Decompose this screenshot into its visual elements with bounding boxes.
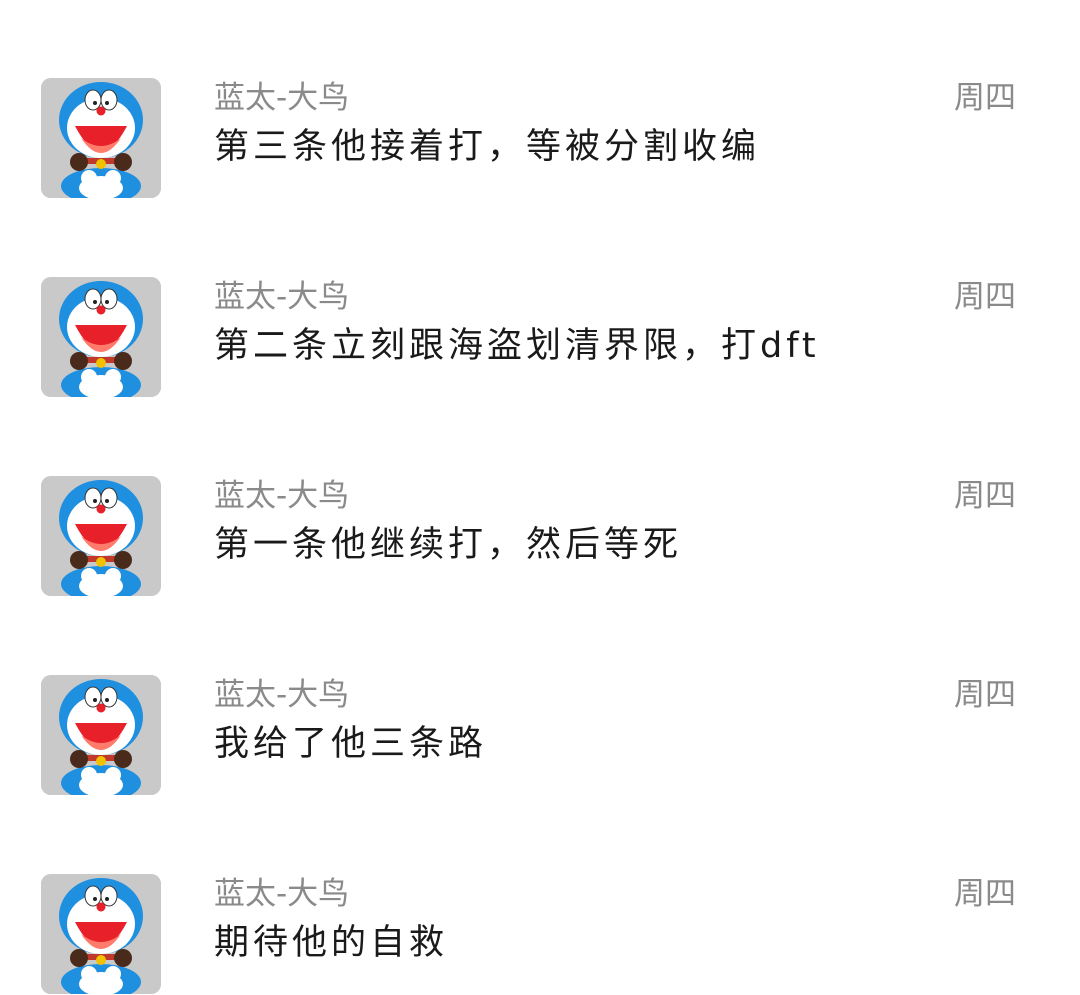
doraemon-avatar-icon[interactable] [41,675,161,795]
timestamp: 周四 [954,876,1016,912]
doraemon-avatar-icon[interactable] [41,476,161,596]
message-item[interactable]: 蓝太-大鸟 周四 期待他的自救 [0,796,1080,995]
doraemon-avatar-icon[interactable] [41,874,161,994]
doraemon-avatar-icon[interactable] [41,277,161,397]
timestamp: 周四 [954,279,1016,315]
message-preview: 第三条他接着打，等被分割收编 [214,127,761,167]
sender-name: 蓝太-大鸟 [214,677,350,713]
message-preview: 期待他的自救 [214,923,449,963]
sender-name: 蓝太-大鸟 [214,876,350,912]
message-list: 蓝太-大鸟 周四 第三条他接着打，等被分割收编 蓝太-大鸟 周四 第二条立刻跟海… [0,0,1080,994]
message-item[interactable]: 蓝太-大鸟 周四 第一条他继续打，然后等死 [0,398,1080,597]
timestamp: 周四 [954,478,1016,514]
sender-name: 蓝太-大鸟 [214,279,350,315]
message-preview: 我给了他三条路 [214,724,488,764]
sender-name: 蓝太-大鸟 [214,478,350,514]
message-item[interactable]: 蓝太-大鸟 周四 第三条他接着打，等被分割收编 [0,0,1080,199]
timestamp: 周四 [954,80,1016,116]
message-preview: 第一条他继续打，然后等死 [214,525,683,565]
message-item[interactable]: 蓝太-大鸟 周四 第二条立刻跟海盗划清界限，打dft [0,199,1080,398]
doraemon-avatar-icon[interactable] [41,78,161,198]
sender-name: 蓝太-大鸟 [214,80,350,116]
timestamp: 周四 [954,677,1016,713]
message-item[interactable]: 蓝太-大鸟 周四 我给了他三条路 [0,597,1080,796]
message-preview: 第二条立刻跟海盗划清界限，打dft [214,326,820,366]
